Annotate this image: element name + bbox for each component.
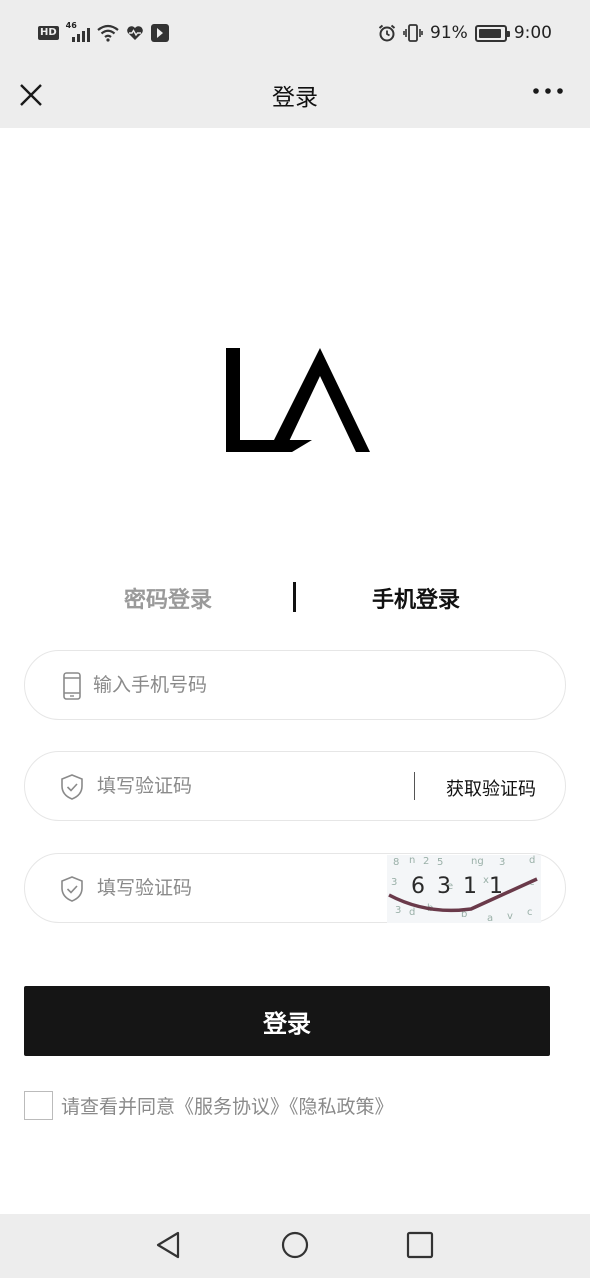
page-title: 登录 xyxy=(272,85,318,111)
status-bar: HD 46 91% 9:00 xyxy=(0,0,590,66)
agreement-prefix: 请查看并同意 xyxy=(61,1096,176,1118)
svg-text:a: a xyxy=(487,913,493,923)
brand-logo: LA xyxy=(226,348,370,452)
more-icon[interactable] xyxy=(530,84,570,106)
sms-code-input[interactable] xyxy=(97,752,397,820)
clock: 9:00 xyxy=(513,23,552,43)
health-icon xyxy=(126,26,143,40)
back-icon[interactable] xyxy=(154,1230,184,1260)
phone-icon xyxy=(63,672,81,700)
shield-icon xyxy=(61,876,83,902)
shield-icon xyxy=(61,774,83,800)
svg-text:d: d xyxy=(409,907,415,918)
svg-text:3: 3 xyxy=(499,857,505,868)
status-right-icons: 91% 9:00 xyxy=(378,23,552,43)
app-icon xyxy=(150,24,169,42)
field-divider xyxy=(414,772,415,800)
alarm-icon xyxy=(378,24,396,42)
get-code-button[interactable]: 获取验证码 xyxy=(446,775,536,801)
battery-icon xyxy=(474,24,510,42)
svg-text:v: v xyxy=(507,911,513,922)
wifi-icon xyxy=(96,24,119,42)
title-bar: 登录 xyxy=(0,66,590,128)
tab-password-login[interactable]: 密码登录 xyxy=(124,582,212,614)
home-icon[interactable] xyxy=(280,1230,310,1260)
status-left-icons: HD 46 xyxy=(38,21,169,42)
phone-field xyxy=(24,650,566,720)
tab-divider xyxy=(293,582,296,612)
battery-percent: 91% xyxy=(430,23,468,43)
captcha-field: 8n25 ng3d 3exc 3dbb avc 6311 xyxy=(24,853,566,923)
svg-text:ng: ng xyxy=(471,856,484,867)
recent-apps-icon[interactable] xyxy=(405,1230,435,1260)
agreement-checkbox[interactable] xyxy=(24,1091,53,1120)
svg-text:n: n xyxy=(409,855,415,866)
svg-text:3: 3 xyxy=(395,905,401,916)
captcha-input[interactable] xyxy=(97,854,397,922)
svg-text:3: 3 xyxy=(391,877,397,888)
captcha-image[interactable]: 8n25 ng 3 d 3 ex c 3 d bb avc 6311 xyxy=(387,855,541,923)
svg-text:8: 8 xyxy=(393,857,399,868)
signal-icon: 46 xyxy=(66,21,90,42)
sms-code-field: 获取验证码 xyxy=(24,751,566,821)
svg-text:5: 5 xyxy=(437,857,443,868)
login-button[interactable]: 登录 xyxy=(24,986,550,1056)
svg-text:2: 2 xyxy=(423,856,429,867)
svg-text:d: d xyxy=(529,855,535,866)
svg-text:c: c xyxy=(527,907,533,918)
system-nav-bar xyxy=(0,1214,590,1278)
vibrate-icon xyxy=(403,24,423,42)
hd-icon: HD xyxy=(38,26,59,40)
agreement-text: 请查看并同意《服务协议》《隐私政策》 xyxy=(61,1092,394,1119)
privacy-policy-link[interactable]: 《隐私政策》 xyxy=(289,1096,394,1118)
tab-phone-login[interactable]: 手机登录 xyxy=(372,582,460,614)
service-agreement-link[interactable]: 《服务协议》 xyxy=(175,1096,289,1118)
phone-input[interactable] xyxy=(93,651,513,719)
